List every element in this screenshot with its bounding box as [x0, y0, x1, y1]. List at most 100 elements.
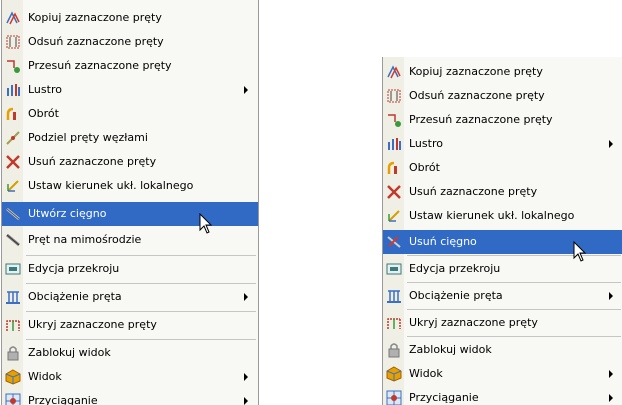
menu-item-label: Usuń zaznaczone pręty	[28, 155, 157, 168]
menu-item-label: Pręt na mimośrodzie	[28, 233, 142, 246]
menu-item-label: Ustaw kierunek ukł. lokalnego	[409, 209, 575, 222]
local-axis-icon	[386, 208, 402, 224]
menu-item-label: Ustaw kierunek ukł. lokalnego	[28, 179, 194, 192]
menu-item-create-cable[interactable]: Utwórz cięgno	[2, 202, 258, 226]
menu-item-snap[interactable]: Przyciąganie	[2, 389, 258, 405]
menu-separator	[26, 339, 256, 340]
context-menu-left: Kopiuj zaznaczone pręty Odsuń zaznaczone…	[1, 0, 259, 405]
menu-item-label: Usuń zaznaczone pręty	[409, 185, 538, 198]
move-bars-icon	[5, 58, 21, 74]
menu-separator	[407, 336, 621, 337]
menu-item-label: Obciążenie pręta	[409, 289, 503, 302]
snap-icon	[5, 393, 21, 405]
menu-item-label: Obrót	[28, 107, 59, 120]
menu-item-label: Widok	[409, 367, 443, 380]
menu-item-copy-bars[interactable]: Kopiuj zaznaczone pręty	[383, 60, 622, 84]
menu-item-label: Obrót	[409, 161, 440, 174]
menu-item-label: Widok	[28, 370, 62, 383]
menu-item-rotate[interactable]: Obrót	[383, 156, 622, 180]
menu-item-hide-bars[interactable]: Ukryj zaznaczone pręty	[383, 311, 622, 335]
menu-item-move-bars[interactable]: Przesuń zaznaczone pręty	[2, 54, 258, 78]
submenu-arrow-icon	[244, 293, 248, 301]
menu-item-offset-bars[interactable]: Odsuń zaznaczone pręty	[383, 84, 622, 108]
menu-item-label: Lustro	[409, 137, 443, 150]
submenu-arrow-icon	[244, 397, 248, 405]
hide-bars-icon	[5, 317, 21, 333]
menu-separator	[26, 311, 256, 312]
mirror-icon	[386, 136, 402, 152]
menu-item-snap[interactable]: Przyciąganie	[383, 386, 622, 405]
menu-item-rotate[interactable]: Obrót	[2, 102, 258, 126]
menu-item-label: Edycja przekroju	[28, 262, 120, 275]
mouse-cursor-icon	[199, 213, 213, 234]
rotate-icon	[5, 106, 21, 122]
delete-bars-icon	[5, 154, 21, 170]
lock-view-icon	[5, 345, 21, 361]
menu-item-lock-view[interactable]: Zablokuj widok	[2, 341, 258, 365]
menu-item-lock-view[interactable]: Zablokuj widok	[383, 338, 622, 362]
menu-separator	[407, 309, 621, 310]
menu-separator	[26, 283, 256, 284]
menu-separator	[407, 282, 621, 283]
menu-item-local-axis[interactable]: Ustaw kierunek ukł. lokalnego	[2, 174, 258, 198]
lock-view-icon	[386, 342, 402, 358]
menu-item-bar-load[interactable]: Obciążenie pręta	[383, 284, 622, 308]
rotate-icon	[386, 160, 402, 176]
snap-icon	[386, 390, 402, 405]
menu-item-bar-load[interactable]: Obciążenie pręta	[2, 285, 258, 309]
submenu-arrow-icon	[609, 394, 613, 402]
copy-bars-icon	[386, 64, 402, 80]
menu-item-label: Zablokuj widok	[28, 346, 111, 359]
create-cable-icon	[5, 206, 21, 222]
menu-item-label: Kopiuj zaznaczone pręty	[409, 65, 543, 78]
section-edit-icon	[5, 261, 21, 277]
menu-item-local-axis[interactable]: Ustaw kierunek ukł. lokalnego	[383, 204, 622, 228]
menu-item-label: Przyciąganie	[28, 394, 98, 405]
submenu-arrow-icon	[609, 140, 613, 148]
menu-item-view[interactable]: Widok	[383, 362, 622, 386]
menu-separator	[407, 255, 621, 256]
bar-load-icon	[386, 288, 402, 304]
menu-item-label: Obciążenie pręta	[28, 290, 122, 303]
menu-item-mirror[interactable]: Lustro	[2, 78, 258, 102]
divide-bars-icon	[5, 130, 21, 146]
menu-item-label: Odsuń zaznaczone pręty	[409, 89, 545, 102]
menu-item-label: Usuń cięgno	[409, 235, 477, 248]
menu-item-label: Zablokuj widok	[409, 343, 492, 356]
local-axis-icon	[5, 178, 21, 194]
offset-bars-icon	[386, 88, 402, 104]
menu-item-copy-bars[interactable]: Kopiuj zaznaczone pręty	[2, 6, 258, 30]
menu-item-offset-bars[interactable]: Odsuń zaznaczone pręty	[2, 30, 258, 54]
menu-item-label: Kopiuj zaznaczone pręty	[28, 11, 162, 24]
menu-item-delete-bars[interactable]: Usuń zaznaczone pręty	[383, 180, 622, 204]
menu-item-label: Przesuń zaznaczone pręty	[28, 59, 172, 72]
menu-item-hide-bars[interactable]: Ukryj zaznaczone pręty	[2, 313, 258, 337]
menu-item-move-bars[interactable]: Przesuń zaznaczone pręty	[383, 108, 622, 132]
menu-item-delete-bars[interactable]: Usuń zaznaczone pręty	[2, 150, 258, 174]
menu-item-label: Odsuń zaznaczone pręty	[28, 35, 164, 48]
menu-item-eccentric-bar[interactable]: Pręt na mimośrodzie	[2, 228, 258, 252]
menu-item-view[interactable]: Widok	[2, 365, 258, 389]
menu-item-mirror[interactable]: Lustro	[383, 132, 622, 156]
eccentric-bar-icon	[5, 232, 21, 248]
menu-item-label: Przesuń zaznaczone pręty	[409, 113, 553, 126]
menu-item-section-edit[interactable]: Edycja przekroju	[2, 257, 258, 281]
mouse-cursor-icon	[573, 241, 587, 262]
menu-item-label: Utwórz cięgno	[28, 207, 107, 220]
copy-bars-icon	[5, 10, 21, 26]
submenu-arrow-icon	[609, 292, 613, 300]
view-icon	[5, 369, 21, 385]
hide-bars-icon	[386, 315, 402, 331]
menu-item-divide-bars[interactable]: Podziel pręty węzłami	[2, 126, 258, 150]
context-menu-right: Kopiuj zaznaczone pręty Odsuń zaznaczone…	[382, 57, 622, 405]
view-icon	[386, 366, 402, 382]
offset-bars-icon	[5, 34, 21, 50]
section-edit-icon	[386, 261, 402, 277]
delete-bars-icon	[386, 184, 402, 200]
menu-separator	[26, 255, 256, 256]
menu-item-label: Ukryj zaznaczone pręty	[409, 316, 538, 329]
submenu-arrow-icon	[244, 86, 248, 94]
move-bars-icon	[386, 112, 402, 128]
submenu-arrow-icon	[244, 373, 248, 381]
menu-item-label: Edycja przekroju	[409, 262, 501, 275]
